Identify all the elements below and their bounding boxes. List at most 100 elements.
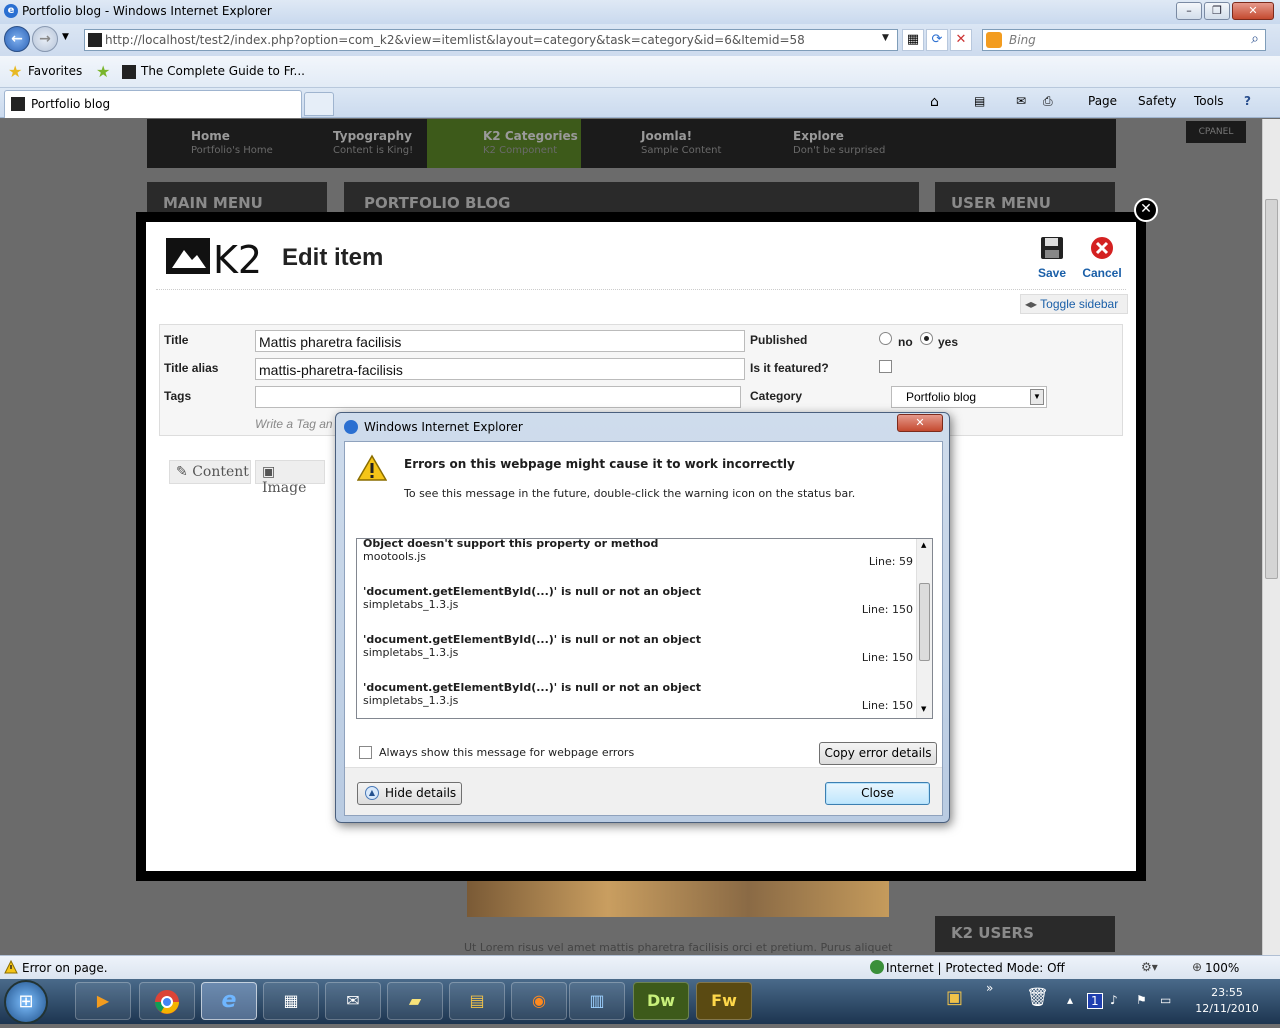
mail-client-icon[interactable]: ✉: [325, 982, 381, 1020]
mail-icon[interactable]: ✉: [1016, 94, 1026, 108]
page-menu[interactable]: Page: [1088, 94, 1117, 108]
clock[interactable]: 23:55 12/11/2010: [1190, 985, 1264, 1017]
nav-joomla[interactable]: Joomla! Sample Content: [641, 129, 721, 156]
feeds-icon[interactable]: ▤: [974, 94, 985, 108]
print-icon[interactable]: ⎙: [1043, 94, 1053, 109]
clock-date: 12/11/2010: [1195, 1002, 1259, 1015]
security-zone[interactable]: Internet | Protected Mode: Off: [886, 961, 1065, 975]
notepad-icon[interactable]: ▥: [569, 982, 625, 1020]
address-dropdown-icon[interactable]: ▼: [882, 33, 894, 47]
media-player-icon[interactable]: ▶: [75, 982, 131, 1020]
scrollbar-thumb[interactable]: [919, 583, 930, 661]
always-show-checkbox[interactable]: [359, 746, 372, 759]
nav-explore[interactable]: Explore Don't be surprised: [793, 129, 885, 156]
error-list[interactable]: Object doesn't support this property or …: [356, 538, 933, 719]
cancel-button[interactable]: Cancel: [1080, 234, 1124, 280]
close-window-button[interactable]: ✕: [1232, 2, 1274, 20]
modal-close-button[interactable]: ✕: [1134, 198, 1158, 222]
featured-label: Is it featured?: [750, 361, 829, 375]
show-hidden-icons[interactable]: ▴: [1067, 993, 1073, 1007]
libraries-icon[interactable]: ▣: [946, 987, 963, 1008]
fireworks-icon[interactable]: Fw: [696, 982, 752, 1020]
safety-menu[interactable]: Safety: [1138, 94, 1176, 108]
scroll-down-icon[interactable]: ▼: [921, 705, 926, 713]
scrollbar-thumb[interactable]: [1265, 199, 1278, 579]
firefox-icon[interactable]: ◉: [511, 982, 567, 1020]
toggle-sidebar-button[interactable]: ◂▸ Toggle sidebar: [1020, 294, 1128, 314]
error-file: simpletabs_1.3.js: [363, 694, 459, 707]
floppy-icon: [1041, 237, 1063, 259]
remote-desktop-icon[interactable]: ▦: [263, 982, 319, 1020]
refresh-icon[interactable]: ⟳: [926, 29, 948, 51]
tags-input[interactable]: [255, 386, 741, 408]
favorite-link[interactable]: The Complete Guide to Fr...: [141, 64, 305, 78]
network-icon[interactable]: ▭: [1160, 993, 1171, 1007]
tab-portfolio-blog[interactable]: Portfolio blog: [4, 90, 302, 118]
dreamweaver-icon[interactable]: Dw: [633, 982, 689, 1020]
new-tab-button[interactable]: [304, 92, 334, 116]
home-icon[interactable]: ⌂: [930, 94, 939, 110]
k2-users-header: K2 USERS: [935, 916, 1115, 952]
error-item: Object doesn't support this property or …: [363, 539, 913, 568]
keyboard-language-icon[interactable]: 1: [1087, 993, 1103, 1009]
internet-explorer-icon[interactable]: e: [201, 982, 257, 1020]
forward-button[interactable]: →: [32, 26, 58, 52]
protected-mode-icon[interactable]: ⚙▾: [1141, 960, 1158, 974]
address-input[interactable]: http://localhost/test2/index.php?option=…: [84, 29, 898, 51]
start-button[interactable]: ⊞: [4, 980, 48, 1024]
add-favorite-icon[interactable]: ★: [96, 62, 110, 81]
nav-typography[interactable]: Typography Content is King!: [333, 129, 413, 156]
category-label: Category: [750, 389, 803, 403]
recent-pages-dropdown[interactable]: ▼: [62, 32, 69, 42]
restore-button[interactable]: ❐: [1204, 2, 1230, 20]
cpanel-link[interactable]: CPANEL: [1186, 121, 1246, 143]
back-button[interactable]: ←: [4, 26, 30, 52]
nav-k2-categories[interactable]: K2 Categories K2 Component: [483, 129, 578, 156]
dialog-close-x-button[interactable]: ✕: [897, 414, 943, 432]
address-url-text: http://localhost/test2/index.php?option=…: [105, 33, 805, 47]
flag-icon[interactable]: ⚑: [1136, 993, 1147, 1007]
title-alias-input[interactable]: mattis-pharetra-facilisis: [255, 358, 745, 380]
recycle-bin-icon[interactable]: 🗑: [1026, 987, 1049, 1008]
save-button[interactable]: Save: [1030, 234, 1074, 280]
favorite-link-favicon: [122, 65, 136, 79]
search-input[interactable]: Bing ⌕: [982, 29, 1266, 51]
featured-checkbox[interactable]: [879, 360, 892, 373]
close-button[interactable]: Close: [825, 782, 930, 805]
error-item: 'document.getElementById(...)' is null o…: [363, 681, 913, 712]
title-input[interactable]: Mattis pharetra facilisis: [255, 330, 745, 352]
chrome-logo: [155, 990, 179, 1014]
scroll-up-icon[interactable]: ▲: [921, 541, 926, 549]
always-show-option[interactable]: Always show this message for webpage err…: [359, 746, 634, 759]
error-message: 'document.getElementById(...)' is null o…: [363, 585, 701, 598]
published-no-radio[interactable]: [879, 332, 892, 345]
volume-icon[interactable]: ♪: [1110, 993, 1118, 1007]
chrome-icon[interactable]: [139, 982, 195, 1020]
tab-content[interactable]: ✎ Content: [169, 460, 251, 484]
zoom-level[interactable]: 100%: [1205, 961, 1239, 975]
status-text[interactable]: Error on page.: [22, 961, 108, 975]
status-warning-icon[interactable]: [4, 960, 18, 974]
compatibility-view-icon[interactable]: ▦: [902, 29, 924, 51]
explorer-folder-icon[interactable]: ▤: [449, 982, 505, 1020]
category-select[interactable]: Portfolio blog ▼: [891, 386, 1047, 408]
tab-image[interactable]: ▣ Image: [255, 460, 325, 496]
tools-menu[interactable]: Tools: [1194, 94, 1224, 108]
sticky-notes-icon[interactable]: ▰: [387, 982, 443, 1020]
error-list-scrollbar[interactable]: ▲ ▼: [916, 539, 932, 718]
minimize-button[interactable]: –: [1176, 2, 1202, 20]
dialog-footer: ▲ Hide details Close: [345, 767, 942, 815]
stop-icon[interactable]: ✕: [950, 29, 972, 51]
search-icon[interactable]: ⌕: [1251, 31, 1259, 47]
help-icon[interactable]: ?: [1244, 94, 1251, 108]
category-value: Portfolio blog: [906, 390, 977, 404]
cancel-label: Cancel: [1082, 266, 1122, 280]
nav-home[interactable]: Home Portfolio's Home: [191, 129, 273, 156]
toolbar-chevron-icon[interactable]: »: [986, 981, 993, 995]
copy-error-details-button[interactable]: Copy error details: [819, 742, 937, 765]
published-label: Published: [750, 333, 808, 347]
page-scrollbar[interactable]: [1262, 119, 1280, 955]
hide-details-button[interactable]: ▲ Hide details: [357, 782, 462, 805]
favorites-button[interactable]: Favorites: [28, 64, 82, 78]
published-yes-radio[interactable]: [920, 332, 933, 345]
